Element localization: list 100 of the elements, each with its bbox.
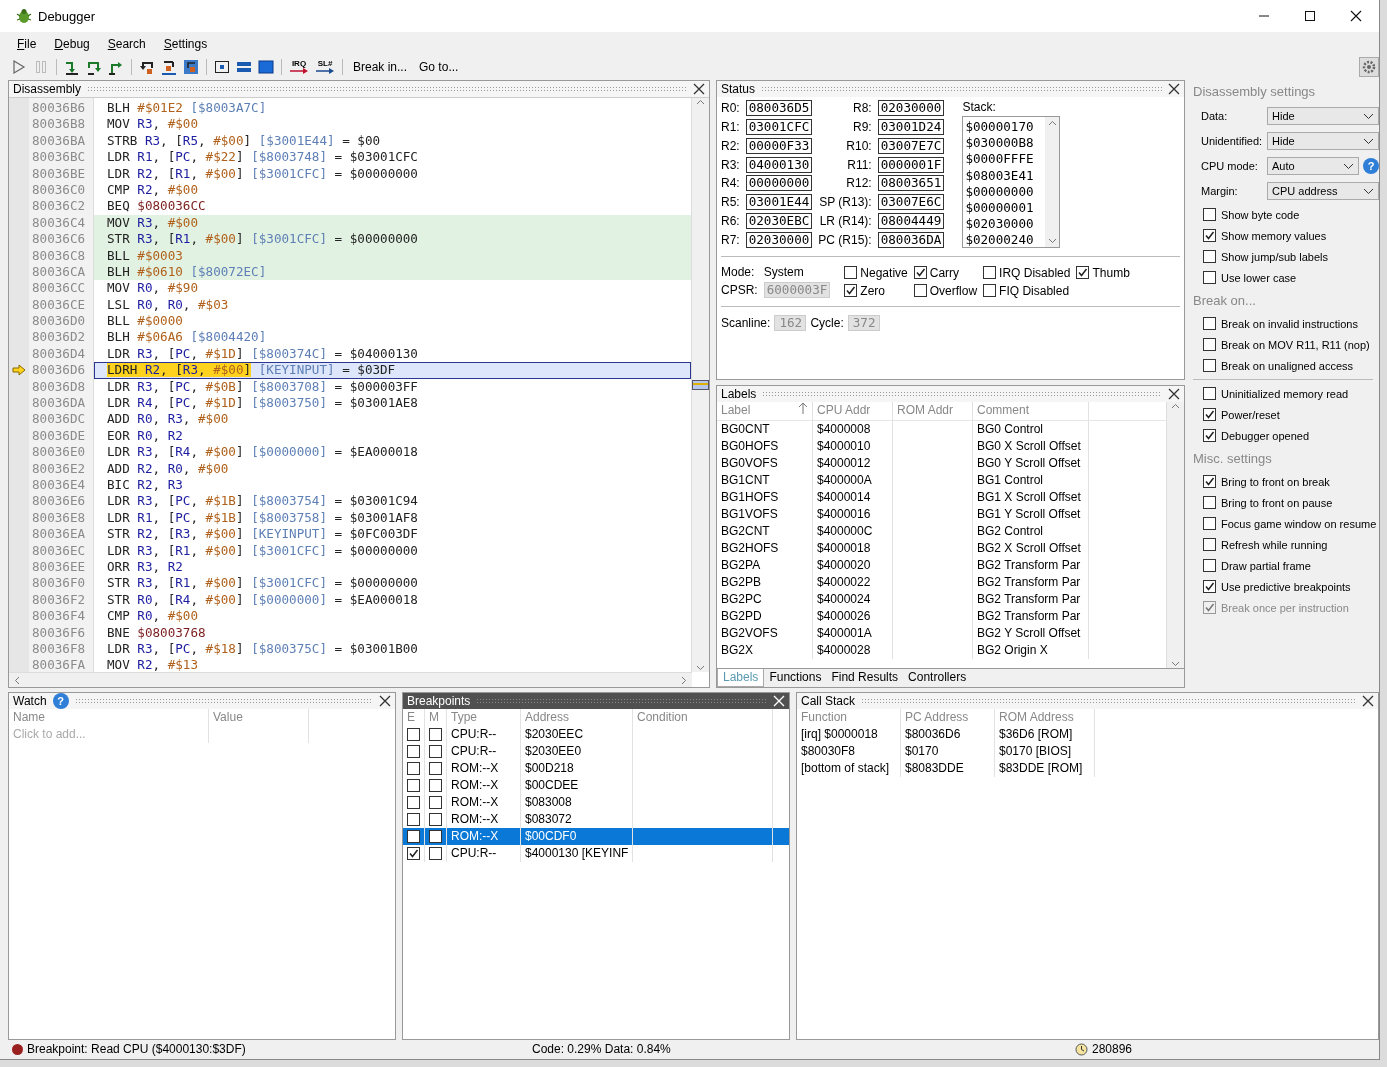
checkbox[interactable] (407, 813, 420, 826)
checkbox[interactable] (407, 745, 420, 758)
code-line[interactable]: LDR R3, [R1, #$00] [$3001CFC] = $00000000 (94, 542, 691, 559)
code-line[interactable]: BLL #$0000 (94, 313, 691, 330)
stack-list[interactable]: $00000170 $030000B8 $0000FFFE $08003E41 $00000000 $00000001 $02030000 $02000240 (962, 116, 1061, 248)
close-icon[interactable] (379, 695, 391, 707)
register-field[interactable]: 0000001F (877, 156, 945, 173)
checkbox[interactable] (1203, 580, 1216, 593)
register-field[interactable]: 02030EBC (745, 212, 813, 229)
checkbox[interactable] (1203, 408, 1216, 421)
register-field[interactable]: 03001E44 (745, 194, 813, 211)
code-line[interactable]: BLH #$06A6 [$8004420] (94, 329, 691, 346)
toolbar-button[interactable]: Go to... (415, 60, 463, 74)
breakpoint-row[interactable]: ROM:--X $00CDEE (403, 777, 789, 794)
column-header[interactable]: CPU Addr (813, 402, 893, 420)
checkbox[interactable] (1203, 271, 1216, 284)
code-line[interactable]: LDR R4, [PC, #$1D] [$8003750] = $03001AE8 (94, 395, 691, 412)
code-line[interactable]: EOR R0, R2 (94, 427, 691, 445)
checkbox[interactable] (913, 284, 927, 297)
settings-icon[interactable] (1359, 57, 1379, 77)
code-line[interactable]: STRB R3, [R5, #$00] [$3001E44] = $00 (94, 132, 691, 150)
checkbox[interactable] (429, 728, 442, 741)
register-field[interactable]: 080036D5 (745, 100, 813, 117)
checkbox[interactable] (1076, 266, 1090, 279)
code-line[interactable]: LSL R0, R0, #$03 (94, 296, 691, 314)
scroll-left-icon[interactable] (13, 675, 22, 685)
back-line-icon[interactable] (160, 59, 178, 75)
checkbox[interactable] (1203, 429, 1216, 442)
code-line[interactable]: STR R0, [R4, #$00] [$0000000] = $EA000018 (94, 591, 691, 609)
checkbox[interactable] (407, 847, 420, 860)
register-field[interactable]: 08003651 (877, 175, 945, 192)
column-header[interactable]: PC Address (901, 709, 995, 726)
menu-item[interactable]: Search (98, 35, 155, 53)
scroll-up-icon[interactable] (1047, 119, 1057, 128)
register-field[interactable]: 02030000 (877, 100, 945, 117)
column-header[interactable]: ROM Addr (893, 402, 973, 420)
checkbox[interactable] (983, 266, 997, 279)
code-line[interactable]: LDR R3, [PC, #$1B] [$8003754] = $03001C94 (94, 493, 691, 510)
checkbox[interactable] (1203, 359, 1216, 372)
column-header[interactable]: Value (209, 709, 309, 726)
help-icon[interactable]: ? (1363, 158, 1379, 174)
scanline-button[interactable]: SL# (314, 60, 336, 74)
breakpoint-row[interactable]: ROM:--X $083008 (403, 794, 789, 811)
register-field[interactable]: 00000000 (745, 175, 813, 192)
scroll-down-icon[interactable] (696, 663, 705, 672)
code-line[interactable]: CMP R0, #$00 (94, 608, 691, 625)
checkbox[interactable] (407, 779, 420, 792)
column-header[interactable]: Address (521, 709, 633, 726)
register-field[interactable]: 08004449 (877, 212, 945, 229)
checkbox[interactable] (1203, 387, 1216, 400)
checkbox[interactable] (1203, 338, 1216, 351)
register-field[interactable]: 03007E6C (877, 194, 945, 211)
code-line[interactable]: LDR R1, [PC, #$1B] [$8003758] = $03001AF8 (94, 509, 691, 527)
checkbox[interactable] (407, 762, 420, 775)
checkbox[interactable] (1203, 517, 1216, 530)
scroll-up-icon[interactable] (696, 98, 705, 107)
code-line[interactable]: LDR R1, [PC, #$22] [$8003748] = $03001CFC (94, 149, 691, 166)
dropdown[interactable]: CPU address (1267, 182, 1379, 200)
dropdown[interactable]: Hide (1267, 132, 1379, 150)
checkbox[interactable] (913, 266, 927, 279)
breakpoint-row[interactable]: CPU:R-- $2030EEC (403, 726, 789, 743)
menu-item[interactable]: File (8, 35, 46, 53)
tab[interactable]: Functions (764, 669, 827, 687)
checkbox[interactable] (1203, 538, 1216, 551)
close-icon[interactable] (693, 83, 705, 95)
checkbox[interactable] (407, 830, 420, 843)
step-over-icon[interactable] (85, 59, 103, 75)
code-line[interactable]: MOV R0, #$90 (94, 280, 691, 297)
scroll-down-icon[interactable] (1171, 659, 1180, 668)
register-field[interactable]: 03001CFC (745, 119, 813, 136)
breakpoint-row[interactable]: CPU:R-- $4000130 [KEYINF (403, 845, 789, 862)
checkbox[interactable] (407, 728, 420, 741)
code-line[interactable]: LDR R3, [PC, #$1D] [$800374C] = $04000130 (94, 345, 691, 363)
code-line[interactable]: ADD R2, R0, #$00 (94, 460, 691, 477)
step-back-icon[interactable] (138, 59, 156, 75)
column-header[interactable]: E (403, 709, 425, 726)
scroll-right-icon[interactable] (679, 675, 688, 685)
column-header[interactable]: M (425, 709, 447, 726)
checkbox[interactable] (429, 830, 442, 843)
code-line[interactable]: STR R3, [R1, #$00] [$3001CFC] = $00000000 (94, 575, 691, 592)
code-line[interactable]: MOV R2, #$13 (94, 657, 691, 672)
dropdown[interactable]: Auto (1267, 157, 1359, 175)
scroll-down-icon[interactable] (1047, 236, 1057, 245)
close-icon[interactable] (1362, 695, 1374, 707)
register-field[interactable]: 00000F33 (745, 137, 813, 154)
checkbox[interactable] (1203, 208, 1216, 221)
maximize-icon[interactable] (1304, 10, 1316, 22)
scanline-bars-icon[interactable] (235, 59, 253, 75)
code-line[interactable]: ORR R3, R2 (94, 558, 691, 576)
frame-square-icon[interactable] (257, 59, 275, 75)
checkbox[interactable] (1203, 229, 1216, 242)
column-header[interactable]: Function (797, 709, 901, 726)
code-line[interactable]: BNE $08003768 (94, 624, 691, 641)
checkbox[interactable] (429, 762, 442, 775)
checkbox[interactable] (429, 813, 442, 826)
register-field[interactable]: 03007E7C (877, 137, 945, 154)
code-line[interactable]: BEQ $080036CC (94, 198, 691, 215)
column-header[interactable]: ROM Address (995, 709, 1095, 726)
column-header[interactable]: Type (447, 709, 521, 726)
code-line[interactable]: STR R2, [R3, #$00] [KEYINPUT] = $0FC003DF (94, 526, 691, 543)
